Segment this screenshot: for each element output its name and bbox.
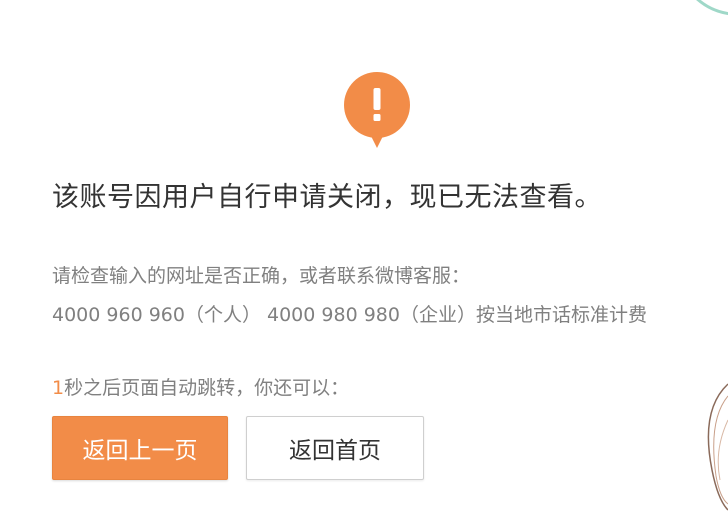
countdown-seconds: 1 xyxy=(52,377,65,399)
decorative-corner-top xyxy=(696,0,728,15)
back-button-label: 返回上一页 xyxy=(82,438,198,464)
home-button[interactable]: 返回首页 xyxy=(246,416,424,480)
countdown-text: 秒之后页面自动跳转，你还可以： xyxy=(64,377,350,399)
decorative-corner-bottom xyxy=(707,383,728,511)
error-title: 该账号因用户自行申请关闭，现已无法查看。 xyxy=(52,182,602,213)
back-button[interactable]: 返回上一页 xyxy=(52,416,228,480)
support-hotline: 4000 960 960（个人） 4000 980 980（企业）按当地市话标准… xyxy=(52,304,647,326)
support-hint: 请检查输入的网址是否正确，或者联系微博客服： xyxy=(52,265,471,287)
home-button-label: 返回首页 xyxy=(289,438,381,464)
exclamation-icon xyxy=(343,72,411,150)
redirect-countdown: 1秒之后页面自动跳转，你还可以： xyxy=(52,374,349,402)
